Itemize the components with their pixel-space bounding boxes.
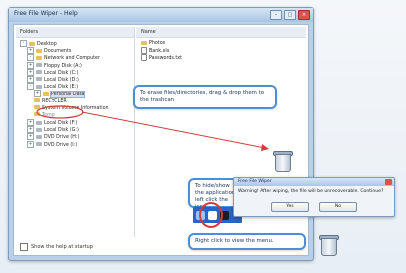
desktop-recycle-bin-icon[interactable] xyxy=(318,232,339,256)
recycle-bin-body xyxy=(321,238,337,256)
confirm-dialog: Free File Wiper Warning! After wiping, t… xyxy=(233,177,395,217)
right-click-callout: Right click to view the menu. xyxy=(188,233,306,250)
selection-ring xyxy=(36,105,84,119)
desktop-screen: Free File Wiper - Help – □ × Folders - De… xyxy=(0,0,406,273)
dialog-close-button[interactable] xyxy=(385,179,392,185)
dialog-titlebar[interactable]: Free File Wiper xyxy=(234,178,394,186)
dialog-title: Free File Wiper xyxy=(238,179,272,184)
tray-icon-highlight xyxy=(199,202,223,228)
dialog-buttons: Yes No xyxy=(234,202,394,212)
yes-button[interactable]: Yes xyxy=(271,202,309,212)
no-button[interactable]: No xyxy=(319,202,357,212)
dialog-message: Warning! After wiping, the file will be … xyxy=(238,189,384,194)
